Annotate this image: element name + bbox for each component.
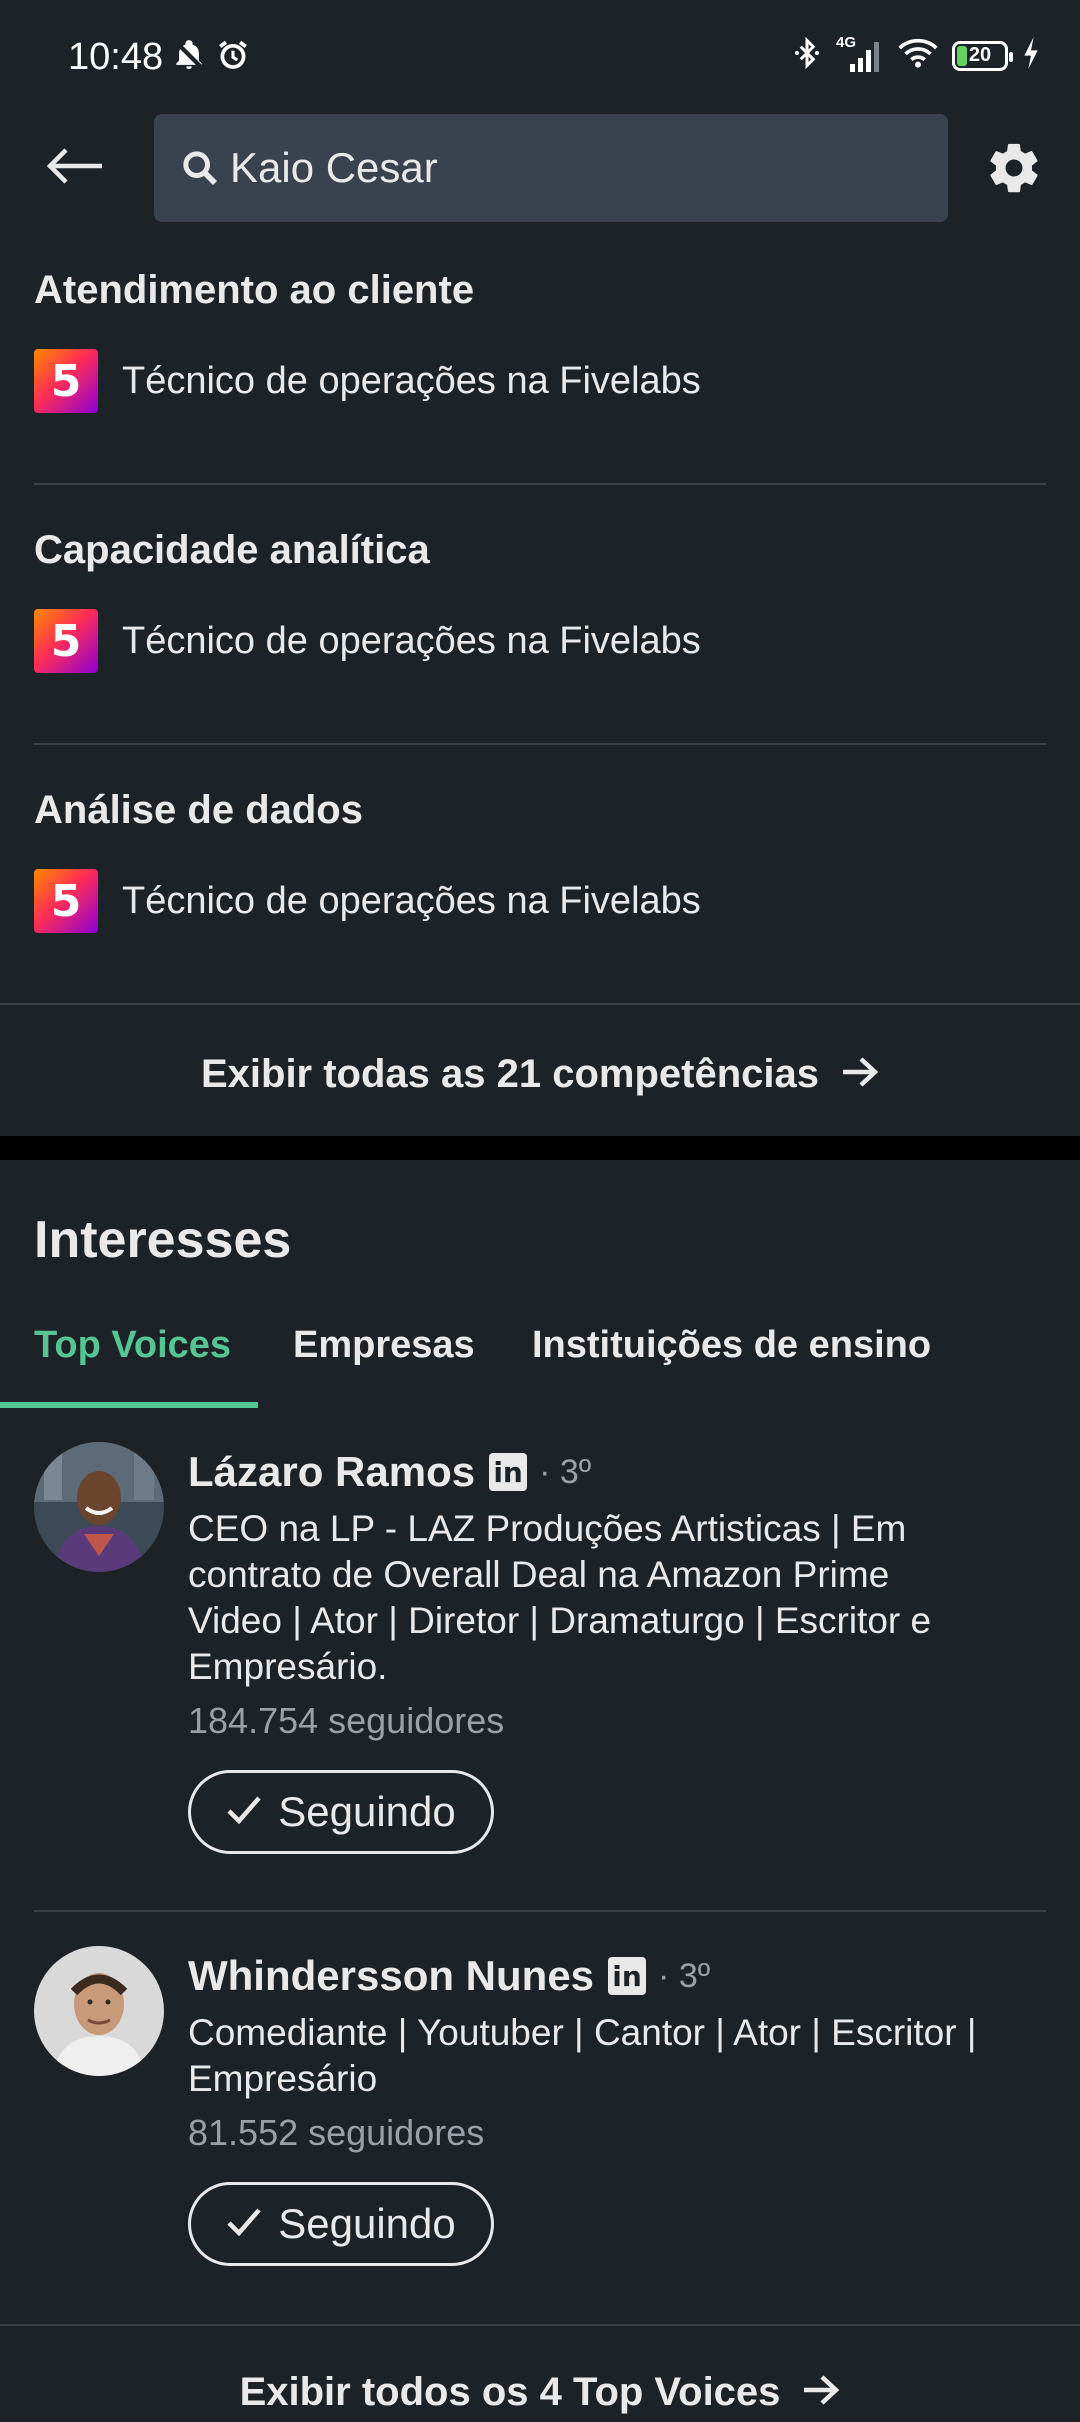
fivelabs-logo: 5 (34, 609, 98, 673)
linkedin-icon: in (608, 1957, 647, 1995)
follower-count: 81.552 seguidores (188, 2112, 485, 2153)
skill-item[interactable]: Capacidade analítica 5 Técnico de operaç… (34, 528, 1046, 673)
headline-line: Empresário. (188, 1646, 388, 1687)
interests-tabs: Top Voices Empresas Instituições de ensi… (0, 1310, 1080, 1410)
skill-detail: Técnico de operações na Fivelabs (122, 879, 701, 922)
cell-signal-icon: 4G (836, 34, 884, 74)
headline-line: CEO na LP - LAZ Produções Artisticas | E… (188, 1508, 907, 1549)
search-input[interactable]: Kaio Cesar (154, 114, 948, 222)
headline-line: contrato de Overall Deal na Amazon Prime (188, 1554, 890, 1595)
skill-detail-row: 5 Técnico de operações na Fivelabs (34, 869, 1046, 933)
headline-line: Comediante | Youtuber | Cantor | Ator | … (188, 2012, 977, 2053)
arrow-right-icon (841, 1050, 879, 1098)
skill-title: Atendimento ao cliente (34, 268, 475, 312)
connection-degree: · 3º (658, 1956, 711, 1995)
bluetooth-icon (792, 36, 822, 75)
skill-detail-row: 5 Técnico de operações na Fivelabs (34, 349, 1046, 413)
status-left-icons (172, 38, 250, 77)
notification-muted-icon (172, 38, 206, 77)
avatar[interactable] (34, 1946, 164, 2076)
arrow-right-icon (802, 2368, 840, 2416)
charging-icon (1022, 37, 1040, 74)
arrow-left-icon (44, 146, 104, 191)
person-name: Whindersson Nunes (188, 1952, 595, 1999)
check-icon (226, 2200, 262, 2248)
check-icon (226, 1788, 262, 1836)
alarm-icon (216, 38, 250, 77)
tab-empresas[interactable]: Empresas (293, 1324, 475, 1367)
settings-button[interactable] (984, 140, 1044, 200)
person-name: Lázaro Ramos (188, 1448, 476, 1495)
skill-detail: Técnico de operações na Fivelabs (122, 359, 701, 402)
headline-line: Video | Ator | Diretor | Dramaturgo | Es… (188, 1600, 932, 1641)
skill-title: Análise de dados (34, 788, 363, 832)
headline-line: Empresário (188, 2058, 378, 2099)
follower-count: 184.754 seguidores (188, 1700, 505, 1741)
search-value: Kaio Cesar (230, 144, 438, 191)
show-all-skills-label: Exibir todas as 21 competências (200, 1051, 820, 1096)
skill-title: Capacidade analítica (34, 528, 430, 572)
divider (34, 1910, 1046, 1912)
interests-title: Interesses (34, 1211, 292, 1269)
top-header: Kaio Cesar (0, 112, 1080, 224)
battery-icon: 20 (952, 40, 1013, 71)
active-tab-indicator (0, 1402, 258, 1408)
person-headline: Comediante | Youtuber | Cantor | Ator | … (188, 2010, 1046, 2102)
status-time: 10:48 (68, 36, 164, 78)
linkedin-icon: in (489, 1453, 528, 1491)
person-info: Lázaro Ramos in · 3º CEO na LP - LAZ Pro… (188, 1442, 1046, 1854)
tab-instituicoes-de-ensino[interactable]: Instituições de ensino (532, 1324, 931, 1367)
fivelabs-logo: 5 (34, 349, 98, 413)
following-button[interactable]: Seguindo (188, 1770, 494, 1854)
section-separator (0, 1136, 1080, 1160)
status-bar: 10:48 4G 20 (0, 0, 1080, 112)
tab-top-voices[interactable]: Top Voices (34, 1324, 231, 1367)
search-icon (180, 147, 222, 189)
person-name-line: Whindersson Nunes in · 3º (188, 1946, 1046, 2006)
show-all-skills-button[interactable]: Exibir todas as 21 competências (0, 1044, 1080, 1104)
fivelabs-logo: 5 (34, 869, 98, 933)
skill-item[interactable]: Atendimento ao cliente 5 Técnico de oper… (34, 268, 1046, 413)
following-label: Seguindo (278, 2200, 456, 2247)
following-button[interactable]: Seguindo (188, 2182, 494, 2266)
divider (34, 743, 1046, 745)
divider (34, 483, 1046, 485)
skill-item[interactable]: Análise de dados 5 Técnico de operações … (34, 788, 1046, 933)
battery-level: 20 (968, 44, 992, 66)
person-info: Whindersson Nunes in · 3º Comediante | Y… (188, 1946, 1046, 2266)
skill-detail: Técnico de operações na Fivelabs (122, 619, 701, 662)
divider (0, 2324, 1080, 2326)
avatar[interactable] (34, 1442, 164, 1572)
battery-fill (957, 45, 967, 66)
person-headline: CEO na LP - LAZ Produções Artisticas | E… (188, 1506, 1046, 1690)
person-name-line: Lázaro Ramos in · 3º (188, 1442, 1046, 1502)
status-right-icons: 4G 20 (792, 34, 1040, 75)
show-all-top-voices-button[interactable]: Exibir todos os 4 Top Voices (0, 2362, 1080, 2422)
list-item[interactable]: Lázaro Ramos in · 3º CEO na LP - LAZ Pro… (34, 1442, 1046, 1862)
back-button[interactable] (34, 136, 114, 200)
wifi-icon (898, 36, 938, 75)
skill-detail-row: 5 Técnico de operações na Fivelabs (34, 609, 1046, 673)
gear-icon (985, 139, 1043, 202)
divider (0, 1003, 1080, 1005)
following-label: Seguindo (278, 1788, 456, 1835)
list-item[interactable]: Whindersson Nunes in · 3º Comediante | Y… (34, 1946, 1046, 2276)
show-all-top-voices-label: Exibir todos os 4 Top Voices (239, 2369, 781, 2414)
connection-degree: · 3º (539, 1452, 592, 1491)
